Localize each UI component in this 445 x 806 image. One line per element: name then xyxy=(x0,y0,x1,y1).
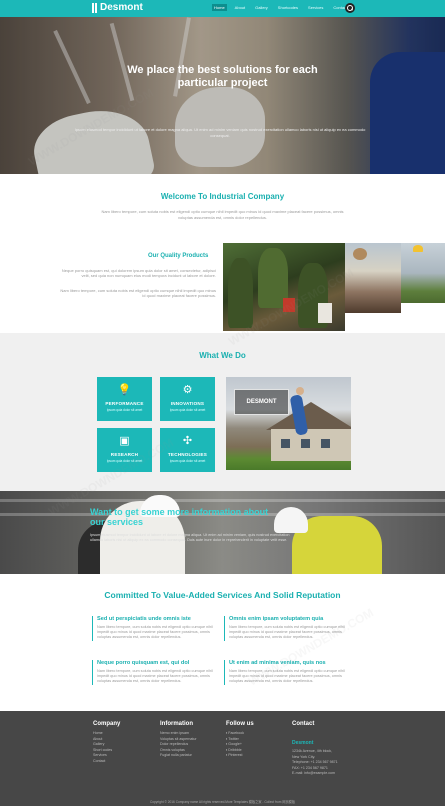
banner-text: Ipsum eiusmod tempor incididunt ut labor… xyxy=(90,533,290,542)
brand-name: Desmont xyxy=(100,2,143,13)
footer-link[interactable]: Fugiat nulla pariatur xyxy=(160,753,197,759)
footer-company: Company Home About Gallery Short codes S… xyxy=(93,721,120,764)
house-photo: DESMONT xyxy=(226,377,351,470)
tile-label: INNOVATIONS xyxy=(170,401,205,406)
hardhat-graphic xyxy=(413,245,423,252)
engineer-head xyxy=(353,248,367,260)
footer-heading: Information xyxy=(160,721,193,727)
pinterest-link[interactable]: Pinterest xyxy=(226,753,254,759)
tile-sub: Ipsum quia dolor sit amet xyxy=(106,408,143,412)
gear-icon: ⚙ xyxy=(182,384,193,396)
tile-label: TECHNOLOGIES xyxy=(167,452,208,457)
hero-text: Ipsum eiusmod tempor incididunt ut labor… xyxy=(74,127,366,138)
footer-brand: Desmont xyxy=(292,740,314,746)
service-tile-technologies[interactable]: ✣ TECHNOLOGIES Ipsum quia dolor sit amet xyxy=(160,428,215,472)
committed-title: Committed To Value-Added Services And So… xyxy=(104,590,341,600)
footer-information: Information Nemo enim ipsam Voluptas sit… xyxy=(160,721,197,759)
brand-logo[interactable]: Desmont xyxy=(92,2,143,13)
nav-item-gallery[interactable]: Gallery xyxy=(253,4,270,11)
service-tile-performance[interactable]: 💡 PERFORMANCE Ipsum quia dolor sit amet xyxy=(97,377,152,421)
wind-turbine-icon: ✣ xyxy=(182,435,193,447)
copyright: Copyright © 2016 Company name All rights… xyxy=(149,800,296,804)
window-graphic xyxy=(301,439,310,448)
service-item-text: Nam libero tempore, cum soluta nobis est… xyxy=(97,669,213,684)
lightbulb-icon: 💡 xyxy=(117,384,132,396)
service-tile-research[interactable]: ▣ RESEARCH Ipsum quia dolor sit amet xyxy=(97,428,152,472)
service-item-title[interactable]: Ut enim ad minima veniam, quis nos xyxy=(229,660,349,666)
page: Desmont Home About Gallery Shortcodes Se… xyxy=(0,0,445,806)
footer-heading: Follow us xyxy=(226,721,254,727)
logo-icon xyxy=(92,2,97,13)
nav-item-services[interactable]: Services xyxy=(306,4,325,11)
quality-title: Our Quality Products xyxy=(148,253,209,259)
tile-label: PERFORMANCE xyxy=(105,401,144,406)
workers-photo xyxy=(223,243,345,331)
footer-heading: Contact xyxy=(292,721,315,727)
service-tile-innovations[interactable]: ⚙ INNOVATIONS Ipsum quia dolor sit amet xyxy=(160,377,215,421)
service-item: Omnis enim ipsam voluptatem quia Nam lib… xyxy=(224,616,349,641)
welcome-title: Welcome To Industrial Company xyxy=(160,192,285,201)
worker-head xyxy=(296,387,304,395)
bucket-graphic xyxy=(318,303,332,323)
image-label: DESMONT xyxy=(246,399,277,405)
engineer-photo xyxy=(345,243,401,313)
service-item-text: Nam libero tempore, cum soluta nobis est… xyxy=(97,625,213,640)
service-item: Ut enim ad minima veniam, quis nos Nam l… xyxy=(224,660,349,685)
service-item: Neque porro quisquam est, qui dol Nam li… xyxy=(92,660,217,685)
tile-sub: Ipsum quia dolor sit amet xyxy=(169,408,206,412)
tile-sub: Ipsum quia dolor sit amet xyxy=(169,459,206,463)
search-icon[interactable] xyxy=(345,3,355,13)
contact-email[interactable]: E-mail: info@example.com xyxy=(292,771,338,777)
what-we-do-section: What We Do xyxy=(0,333,445,491)
welcome-text: Nam libero tempore, cum soluta nobis est… xyxy=(101,209,344,220)
monitor-icon: ▣ xyxy=(119,435,130,447)
tile-sub: Ipsum quia dolor sit amet xyxy=(106,459,143,463)
nav-item-home[interactable]: Home xyxy=(212,4,227,11)
window-graphic xyxy=(281,439,290,448)
equipment-graphic xyxy=(283,298,295,312)
footer-link[interactable]: Contact xyxy=(93,759,120,765)
worker-figure xyxy=(228,258,253,328)
nav-item-about[interactable]: About xyxy=(233,4,247,11)
nav-item-shortcodes[interactable]: Shortcodes xyxy=(276,4,300,11)
service-item-text: Nam libero tempore, cum soluta nobis est… xyxy=(229,669,345,684)
footer-contact: Contact Desmont 1234k Avenue, 4th block,… xyxy=(292,721,338,777)
footer-heading: Company xyxy=(93,721,121,727)
footer: Company Home About Gallery Short codes S… xyxy=(0,711,445,806)
service-item-title[interactable]: Sed ut perspiciatis unde omnis iste xyxy=(97,616,217,622)
technician-photo xyxy=(401,243,445,303)
top-navbar: Desmont Home About Gallery Shortcodes Se… xyxy=(0,0,445,17)
quality-text-2: Nam libero tempore, cum soluta nobis est… xyxy=(60,288,216,298)
footer-follow: Follow us Facebook Twitter Google+ Dribb… xyxy=(226,721,254,759)
info-banner: Want to get some more information about … xyxy=(0,491,445,574)
service-item-title[interactable]: Neque porro quisquam est, qui dol xyxy=(97,660,217,666)
window-graphic xyxy=(321,439,330,448)
what-we-do-title: What We Do xyxy=(199,351,246,360)
contact-line: 1234k Avenue, 4th block, xyxy=(292,749,333,753)
service-item-title[interactable]: Omnis enim ipsam voluptatem quia xyxy=(229,616,349,622)
service-item: Sed ut perspiciatis unde omnis iste Nam … xyxy=(92,616,217,641)
beam-graphic xyxy=(0,499,445,502)
hero-overlay xyxy=(0,17,445,174)
hero-banner: We place the best solutions for each par… xyxy=(0,17,445,174)
main-menu: Home About Gallery Shortcodes Services C… xyxy=(212,4,349,11)
tile-label: RESEARCH xyxy=(110,452,139,457)
banner-heading: Want to get some more information about … xyxy=(90,507,269,527)
quality-text-1: Neque porro quisquam est, qui dolorem ip… xyxy=(61,268,216,278)
contact-line: Telephone: +1 234 567 9871 xyxy=(292,760,338,764)
image-label-box: DESMONT xyxy=(234,389,289,415)
hero-heading: We place the best solutions for each par… xyxy=(127,64,318,89)
service-item-text: Nam libero tempore, cum soluta nobis est… xyxy=(229,625,345,640)
